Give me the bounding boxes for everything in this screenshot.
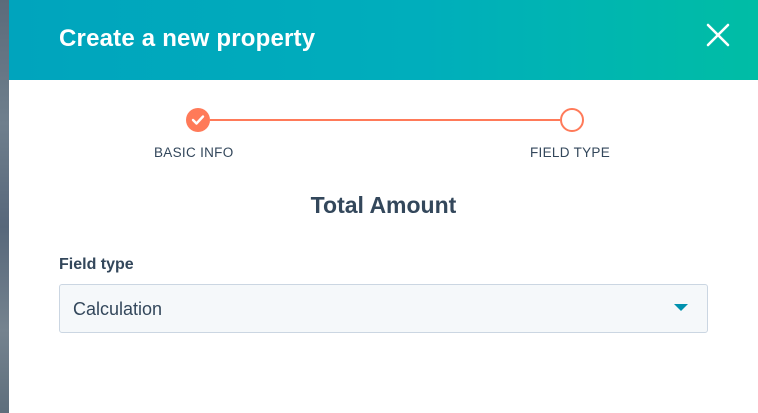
step-field-type-indicator	[560, 108, 584, 132]
panel-header: Create a new property	[9, 0, 758, 80]
background-page-edge	[0, 0, 9, 413]
step-basic-info-indicator[interactable]	[186, 108, 210, 132]
caret-down-icon	[674, 304, 688, 311]
property-name-heading: Total Amount	[310, 192, 457, 218]
step-field-type-label: FIELD TYPE	[530, 145, 611, 160]
check-icon	[191, 115, 205, 125]
step-basic-info-label[interactable]: BASIC INFO	[154, 145, 234, 160]
field-type-selected-value: Calculation	[73, 299, 163, 319]
close-button[interactable]	[705, 22, 731, 48]
create-property-panel: Create a new property BASIC INFO FIELD T…	[9, 0, 758, 413]
field-type-select[interactable]: Calculation	[59, 284, 708, 333]
field-type-label: Field type	[59, 256, 134, 273]
close-icon	[706, 23, 730, 47]
panel-title: Create a new property	[59, 25, 316, 52]
stepper-connector-line	[210, 119, 560, 121]
